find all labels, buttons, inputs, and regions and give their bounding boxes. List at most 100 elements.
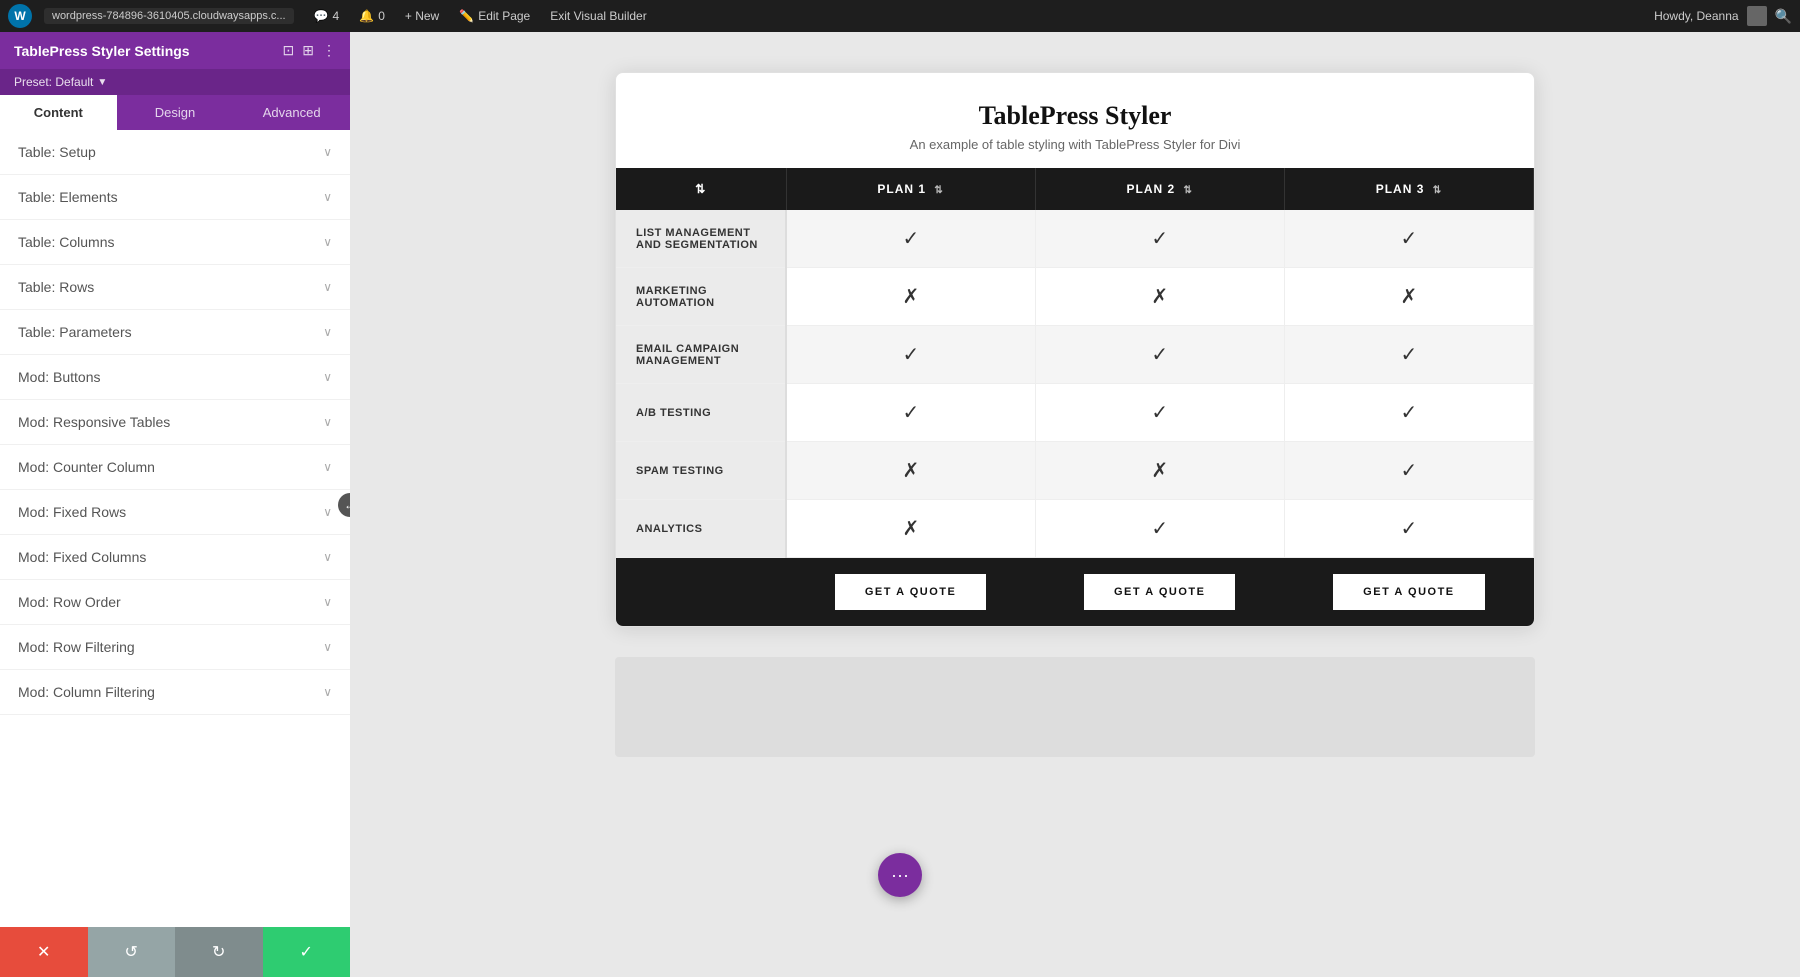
item-label: Table: Elements bbox=[18, 189, 118, 205]
cross-icon: ✗ bbox=[1401, 286, 1418, 308]
sidebar-item-table-setup[interactable]: Table: Setup ∨ bbox=[0, 130, 350, 175]
sidebar-item-mod-responsive[interactable]: Mod: Responsive Tables ∨ bbox=[0, 400, 350, 445]
chevron-down-icon: ∨ bbox=[323, 595, 332, 609]
sidebar-item-mod-counter[interactable]: Mod: Counter Column ∨ bbox=[0, 445, 350, 490]
item-label: Table: Setup bbox=[18, 144, 96, 160]
sidebar-item-mod-fixed-rows[interactable]: Mod: Fixed Rows ∨ bbox=[0, 490, 350, 535]
item-label: Mod: Row Order bbox=[18, 594, 121, 610]
table-row: SPAM TESTING✗✗✓ bbox=[616, 442, 1534, 500]
tab-advanced[interactable]: Advanced bbox=[233, 95, 350, 130]
sidebar-item-mod-fixed-columns[interactable]: Mod: Fixed Columns ∨ bbox=[0, 535, 350, 580]
chevron-down-icon: ∨ bbox=[323, 505, 332, 519]
td-footer-plan2: GET A QUOTE bbox=[1035, 558, 1284, 627]
canvas: TablePress Styler An example of table st… bbox=[350, 32, 1800, 977]
item-label: Table: Parameters bbox=[18, 324, 132, 340]
cross-icon: ✗ bbox=[902, 460, 919, 482]
comments-counter[interactable]: 💬 4 bbox=[306, 7, 348, 25]
td-plan3: ✗ bbox=[1284, 268, 1533, 326]
td-footer-plan1: GET A QUOTE bbox=[786, 558, 1035, 627]
sort-icon: ⇅ bbox=[1433, 185, 1442, 196]
avatar[interactable] bbox=[1747, 6, 1767, 26]
table-row: EMAIL CAMPAIGN MANAGEMENT✓✓✓ bbox=[616, 326, 1534, 384]
search-icon[interactable]: 🔍 bbox=[1775, 8, 1792, 25]
sidebar-item-table-elements[interactable]: Table: Elements ∨ bbox=[0, 175, 350, 220]
tab-content[interactable]: Content bbox=[0, 95, 117, 130]
sidebar-item-mod-column-filtering[interactable]: Mod: Column Filtering ∨ bbox=[0, 670, 350, 715]
check-icon: ✓ bbox=[1151, 344, 1168, 366]
td-plan2: ✓ bbox=[1035, 500, 1284, 558]
sidebar-item-mod-row-filtering[interactable]: Mod: Row Filtering ∨ bbox=[0, 625, 350, 670]
sort-icon: ⇅ bbox=[934, 185, 943, 196]
get-quote-button-3[interactable]: GET A QUOTE bbox=[1333, 574, 1484, 610]
td-feature: MARKETING AUTOMATION bbox=[616, 268, 786, 326]
sidebar-item-mod-buttons[interactable]: Mod: Buttons ∨ bbox=[0, 355, 350, 400]
comments-count: 4 bbox=[333, 9, 340, 23]
th-feature: ⇅ bbox=[616, 168, 786, 210]
more-icon[interactable]: ⋮ bbox=[322, 42, 336, 59]
table-title: TablePress Styler bbox=[636, 101, 1514, 131]
cancel-button[interactable]: ✕ bbox=[0, 927, 88, 977]
copy-icon[interactable]: ⊡ bbox=[283, 42, 295, 59]
check-icon: ✓ bbox=[1151, 402, 1168, 424]
undo-button[interactable]: ↺ bbox=[88, 927, 176, 977]
get-quote-button-2[interactable]: GET A QUOTE bbox=[1084, 574, 1235, 610]
wp-logo[interactable]: W bbox=[8, 4, 32, 28]
sidebar-item-table-rows[interactable]: Table: Rows ∨ bbox=[0, 265, 350, 310]
table-row: ANALYTICS ✗ ✓ ✓ bbox=[616, 500, 1534, 558]
td-footer-plan3: GET A QUOTE bbox=[1284, 558, 1533, 627]
exit-builder-button[interactable]: Exit Visual Builder bbox=[542, 7, 655, 25]
pencil-icon: ✏️ bbox=[459, 9, 474, 23]
chevron-down-icon: ∨ bbox=[323, 685, 332, 699]
chevron-down-icon: ∨ bbox=[323, 145, 332, 159]
table-footer-row: GET A QUOTE GET A QUOTE GET A QUOTE bbox=[616, 558, 1534, 627]
comments-icon: 💬 bbox=[314, 9, 329, 23]
chevron-down-icon: ∨ bbox=[323, 640, 332, 654]
sidebar-item-mod-row-order[interactable]: Mod: Row Order ∨ bbox=[0, 580, 350, 625]
notifications-counter[interactable]: 🔔 0 bbox=[351, 7, 393, 25]
td-plan1: ✓ bbox=[786, 384, 1035, 442]
item-label: Table: Columns bbox=[18, 234, 115, 250]
preset-label: Preset: Default bbox=[14, 75, 93, 89]
table-row: MARKETING AUTOMATION✗✗✗ bbox=[616, 268, 1534, 326]
new-button[interactable]: + New bbox=[397, 7, 447, 25]
td-footer-empty bbox=[616, 558, 786, 627]
check-icon: ✓ bbox=[1401, 344, 1418, 366]
chevron-down-icon: ∨ bbox=[323, 550, 332, 564]
item-label: Mod: Fixed Rows bbox=[18, 504, 126, 520]
table-subtitle: An example of table styling with TablePr… bbox=[636, 137, 1514, 152]
check-icon: ✓ bbox=[1151, 228, 1168, 250]
preset-chevron-icon: ▼ bbox=[97, 77, 107, 88]
check-icon: ✓ bbox=[1151, 518, 1168, 540]
td-plan1: ✗ bbox=[786, 268, 1035, 326]
item-label: Table: Rows bbox=[18, 279, 94, 295]
sort-icon: ⇅ bbox=[695, 182, 706, 196]
grid-icon[interactable]: ⊞ bbox=[302, 42, 314, 59]
td-plan3: ✓ bbox=[1284, 384, 1533, 442]
cross-icon: ✗ bbox=[902, 518, 919, 540]
chevron-down-icon: ∨ bbox=[323, 370, 332, 384]
preset-bar[interactable]: Preset: Default ▼ bbox=[0, 69, 350, 95]
td-feature: A/B TESTING bbox=[616, 384, 786, 442]
td-feature: ANALYTICS bbox=[616, 500, 786, 558]
canvas-bottom-image bbox=[615, 657, 1535, 757]
check-icon: ✓ bbox=[902, 402, 919, 424]
get-quote-button-1[interactable]: GET A QUOTE bbox=[835, 574, 986, 610]
td-plan2: ✗ bbox=[1035, 268, 1284, 326]
url-text: wordpress-784896-3610405.cloudwaysapps.c… bbox=[52, 10, 286, 22]
edit-page-button[interactable]: ✏️ Edit Page bbox=[451, 7, 538, 25]
tab-design[interactable]: Design bbox=[117, 95, 234, 130]
table-card: TablePress Styler An example of table st… bbox=[615, 72, 1535, 627]
td-plan3: ✓ bbox=[1284, 500, 1533, 558]
fab-button[interactable]: ··· bbox=[878, 853, 922, 897]
item-label: Mod: Row Filtering bbox=[18, 639, 135, 655]
sidebar: TablePress Styler Settings ⊡ ⊞ ⋮ Preset:… bbox=[0, 32, 350, 977]
sidebar-item-table-parameters[interactable]: Table: Parameters ∨ bbox=[0, 310, 350, 355]
topbar-right: Howdy, Deanna 🔍 bbox=[1654, 6, 1792, 26]
item-label: Mod: Counter Column bbox=[18, 459, 155, 475]
redo-button[interactable]: ↻ bbox=[175, 927, 263, 977]
sidebar-item-table-columns[interactable]: Table: Columns ∨ bbox=[0, 220, 350, 265]
site-url: wordpress-784896-3610405.cloudwaysapps.c… bbox=[44, 8, 294, 24]
chevron-down-icon: ∨ bbox=[323, 190, 332, 204]
topbar-nav: 💬 4 🔔 0 + New ✏️ Edit Page Exit Visual B… bbox=[306, 7, 655, 25]
save-button[interactable]: ✓ bbox=[263, 927, 351, 977]
